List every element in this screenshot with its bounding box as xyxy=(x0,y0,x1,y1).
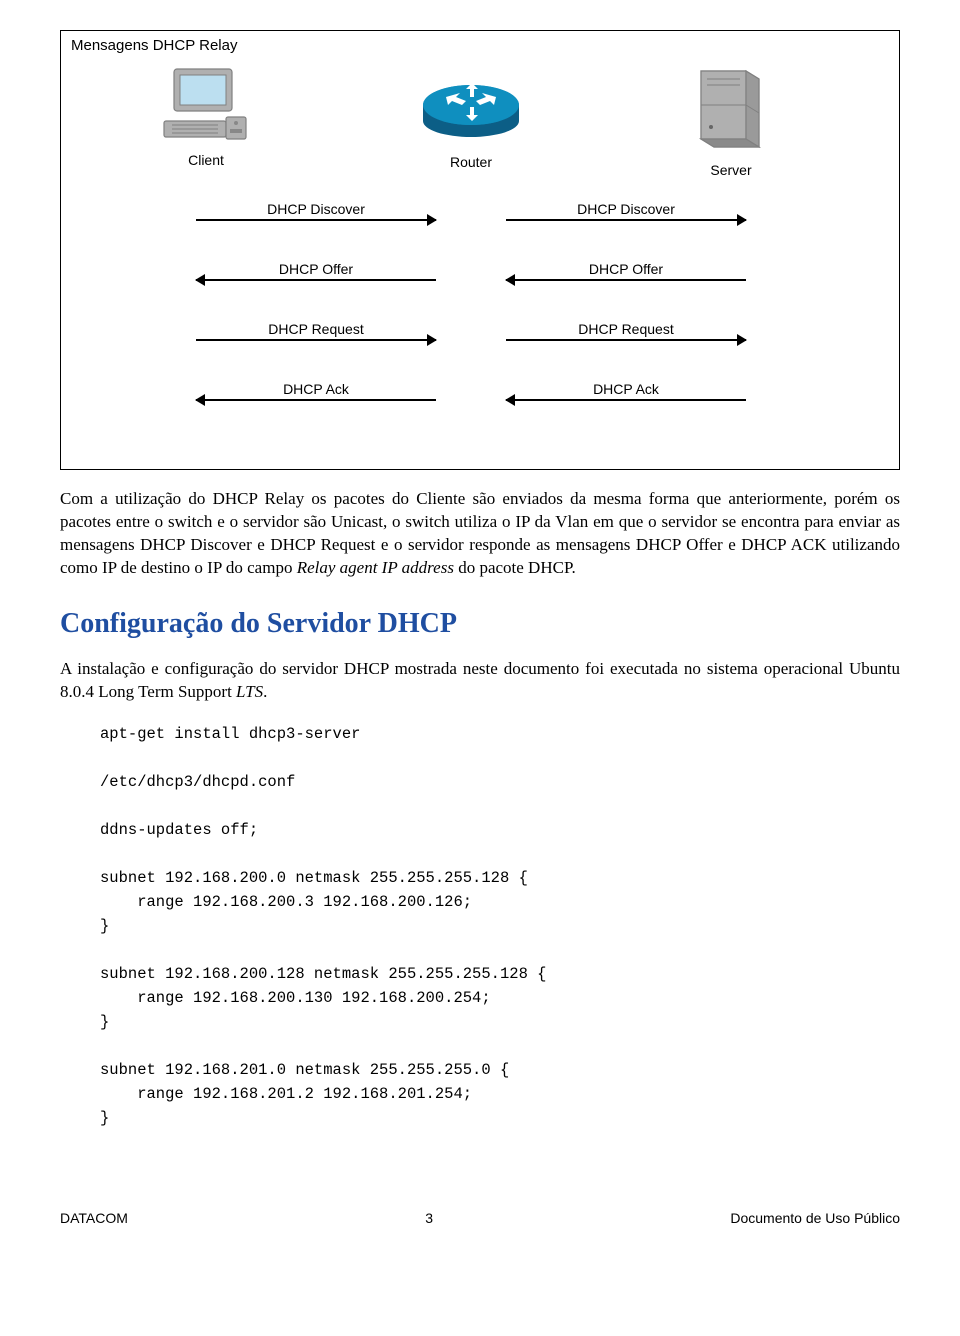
arrow-ack-left: DHCP Ack xyxy=(191,381,441,401)
arrow-offer-right: DHCP Offer xyxy=(501,261,751,281)
arrow-left-icon xyxy=(196,279,436,281)
page-footer: DATACOM 3 Documento de Uso Público xyxy=(60,1210,900,1226)
arrow-label: DHCP Discover xyxy=(501,201,751,217)
arrow-right-icon xyxy=(506,339,746,341)
arrow-discover-left: DHCP Discover xyxy=(191,201,441,221)
client-block: Client xyxy=(146,65,266,168)
paragraph-1: Com a utilização do DHCP Relay os pacote… xyxy=(60,488,900,580)
footer-center: 3 xyxy=(425,1210,433,1226)
router-block: Router xyxy=(411,75,531,170)
arrow-ack-right: DHCP Ack xyxy=(501,381,751,401)
arrow-offer-left: DHCP Offer xyxy=(191,261,441,281)
footer-right: Documento de Uso Público xyxy=(730,1210,900,1226)
arrow-request-left: DHCP Request xyxy=(191,321,441,341)
arrow-label: DHCP Request xyxy=(191,321,441,337)
router-icon xyxy=(416,75,526,145)
arrow-label: DHCP Request xyxy=(501,321,751,337)
arrow-label: DHCP Discover xyxy=(191,201,441,217)
para2-text-b-italic: LTS xyxy=(236,682,263,701)
server-block: Server xyxy=(671,61,791,178)
arrow-right-icon xyxy=(506,219,746,221)
arrow-left-icon xyxy=(506,279,746,281)
arrow-request-right: DHCP Request xyxy=(501,321,751,341)
paragraph-2: A instalação e configuração do servidor … xyxy=(60,658,900,704)
arrow-label: DHCP Offer xyxy=(501,261,751,277)
server-label: Server xyxy=(671,162,791,178)
server-icon xyxy=(691,61,771,153)
router-label: Router xyxy=(411,154,531,170)
diagram-title: Mensagens DHCP Relay xyxy=(71,37,237,54)
arrow-right-icon xyxy=(196,339,436,341)
dhcp-relay-diagram: Mensagens DHCP Relay Client xyxy=(60,30,900,470)
icons-row: Client Router xyxy=(61,61,899,191)
section-title: Configuração do Servidor DHCP xyxy=(60,608,900,640)
para2-text-c: . xyxy=(263,682,267,701)
code-block: apt-get install dhcp3-server /etc/dhcp3/… xyxy=(100,722,900,1130)
arrow-left-icon xyxy=(506,399,746,401)
para1-text-c: do pacote DHCP. xyxy=(454,558,576,577)
arrow-discover-right: DHCP Discover xyxy=(501,201,751,221)
para2-text-a: A instalação e configuração do servidor … xyxy=(60,659,900,701)
computer-icon xyxy=(162,65,250,143)
arrow-label: DHCP Ack xyxy=(191,381,441,397)
client-label: Client xyxy=(146,152,266,168)
arrow-label: DHCP Ack xyxy=(501,381,751,397)
para1-text-b-italic: Relay agent IP address xyxy=(297,558,454,577)
arrow-label: DHCP Offer xyxy=(191,261,441,277)
arrow-left-icon xyxy=(196,399,436,401)
arrow-right-icon xyxy=(196,219,436,221)
footer-left: DATACOM xyxy=(60,1210,128,1226)
